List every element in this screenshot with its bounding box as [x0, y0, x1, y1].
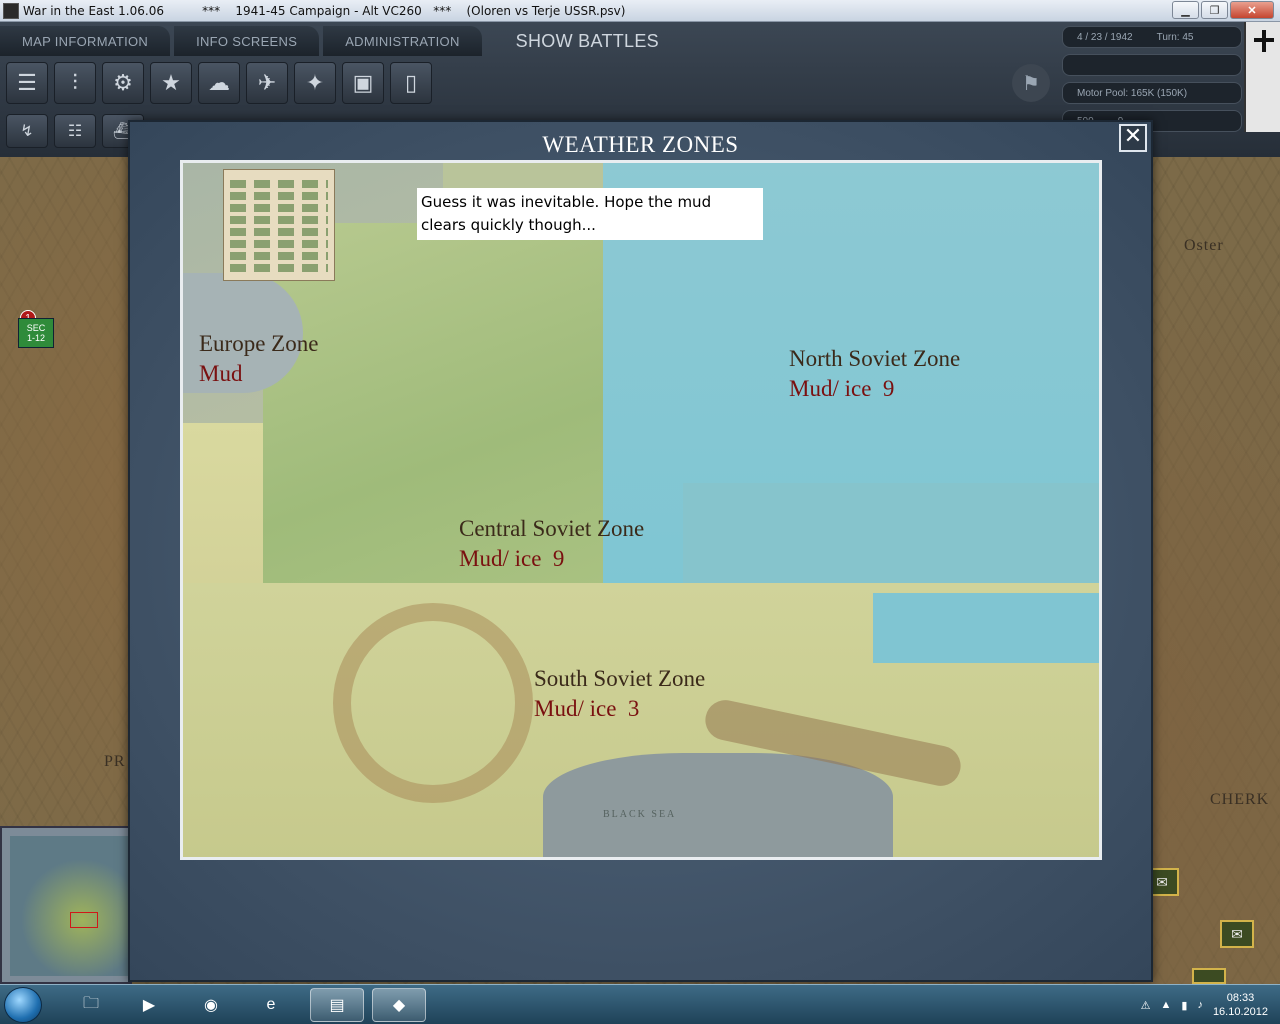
system-tray: ⚠ ▲ ▮ ♪ 08:33 16.10.2012 — [1141, 985, 1280, 1024]
central-soviet-zone-label: Central Soviet Zone Mud/ ice 9 — [459, 514, 644, 574]
sticky-notes-icon[interactable]: ▤ — [310, 988, 364, 1022]
show-hidden-icons[interactable]: ▲ — [1160, 999, 1171, 1011]
game-date: 4 / 23 / 1942 — [1077, 31, 1133, 43]
app-icon — [3, 2, 19, 19]
motor-pool-box: Motor Pool: 165K (150K) — [1062, 82, 1242, 104]
minimap[interactable] — [0, 826, 132, 984]
unit-list-icon[interactable]: ☰ — [6, 62, 48, 104]
tab-map-information[interactable]: MAP INFORMATION — [0, 26, 171, 56]
zone-condition: Mud/ ice 9 — [789, 376, 895, 401]
map-key — [223, 169, 335, 281]
zone-condition: Mud — [199, 361, 243, 386]
map-unit-counter[interactable]: SEC 1-12 — [18, 318, 54, 348]
hp-icon[interactable]: ◉ — [184, 988, 238, 1022]
zone-name: Europe Zone — [199, 331, 319, 356]
clock[interactable]: 08:33 16.10.2012 — [1213, 991, 1268, 1019]
minimap-view — [10, 836, 130, 976]
maximize-button[interactable]: ❐ — [1201, 1, 1228, 19]
map-label-cherk: CHERK — [1210, 791, 1270, 808]
minimap-viewport-box — [70, 912, 98, 928]
path-icon[interactable]: ↯ — [6, 114, 48, 148]
message-icon[interactable]: ✉ — [1220, 920, 1254, 948]
phone-icon[interactable]: ▯ — [390, 62, 432, 104]
iron-cross-icon — [1254, 30, 1274, 52]
window-title: War in the East 1.06.06 *** 1941-45 Camp… — [23, 3, 626, 18]
explorer-icon[interactable]: 🗀 — [64, 988, 118, 1022]
sliders-icon[interactable]: ⫶ — [54, 62, 96, 104]
airplanes-icon[interactable]: ✈ — [246, 62, 288, 104]
unit-type: SEC — [26, 323, 46, 333]
zone-name: North Soviet Zone — [789, 346, 961, 371]
clock-date: 16.10.2012 — [1212, 1006, 1268, 1018]
war-in-the-east-taskbar-icon[interactable]: ◆ — [372, 988, 426, 1022]
dialog-title: WEATHER ZONES — [542, 132, 739, 157]
minimize-button[interactable]: ▁ — [1172, 1, 1199, 19]
clock-time: 08:33 — [1226, 992, 1255, 1004]
satellite-icon[interactable]: ✦ — [294, 62, 336, 104]
message-icon[interactable] — [1192, 968, 1226, 984]
windows-taskbar: 🗀 ▶ ◉ e ▤ ◆ ⚠ ▲ ▮ ♪ 08:33 16.10.2012 — [0, 984, 1280, 1024]
nation-flag — [1244, 22, 1280, 132]
map-label-oster: Oster — [1184, 237, 1224, 254]
south-soviet-zone-label: South Soviet Zone Mud/ ice 3 — [534, 664, 705, 724]
turn-counter: Turn: 45 — [1156, 31, 1194, 43]
europe-zone-label: Europe Zone Mud — [199, 329, 318, 389]
zone-name: Central Soviet Zone — [459, 516, 645, 541]
carpathian-mountains — [333, 603, 533, 803]
empty-info-box — [1062, 54, 1242, 76]
sea-label: BLACK SEA — [603, 809, 677, 820]
map-label-pr: PR — [104, 753, 126, 770]
date-turn-box: 4 / 23 / 1942 Turn: 45 — [1062, 26, 1242, 48]
rail-icon[interactable]: ☷ — [54, 114, 96, 148]
action-center-icon[interactable]: ⚠ — [1141, 999, 1151, 1012]
volume-icon[interactable]: ♪ — [1197, 999, 1203, 1011]
show-battles-button[interactable]: SHOW BATTLES — [486, 26, 681, 56]
star-icon[interactable]: ★ — [150, 62, 192, 104]
north-zone-step — [873, 593, 1099, 663]
zone-condition: Mud/ ice 3 — [534, 696, 640, 721]
internet-explorer-icon[interactable]: e — [244, 988, 298, 1022]
tab-administration[interactable]: ADMINISTRATION — [323, 26, 482, 56]
weather-zones-dialog: WEATHER ZONES ✕ BLACK SEA Guess it was i… — [128, 120, 1153, 982]
weather-zone-map: BLACK SEA Guess it was inevitable. Hope … — [180, 160, 1102, 860]
network-icon[interactable]: ▮ — [1181, 999, 1187, 1012]
window-titlebar: War in the East 1.06.06 *** 1941-45 Camp… — [0, 0, 1280, 22]
zone-name: South Soviet Zone — [534, 666, 706, 691]
flag-icon[interactable]: ⚑ — [1012, 64, 1050, 102]
media-player-icon[interactable]: ▶ — [122, 988, 176, 1022]
weather-icon[interactable]: ☁ — [198, 62, 240, 104]
close-window-button[interactable]: ✕ — [1230, 1, 1274, 19]
gear-icon[interactable]: ⚙ — [102, 62, 144, 104]
caption-box: Guess it was inevitable. Hope the mud cl… — [417, 188, 763, 240]
unit-strength: 1-12 — [26, 333, 45, 343]
start-button[interactable] — [4, 987, 42, 1023]
close-dialog-button[interactable]: ✕ — [1119, 124, 1147, 152]
north-soviet-zone-label: North Soviet Zone Mud/ ice 9 — [789, 344, 960, 404]
zone-condition: Mud/ ice 9 — [459, 546, 565, 571]
tab-info-screens[interactable]: INFO SCREENS — [174, 26, 320, 56]
motor-pool: Motor Pool: 165K (150K) — [1077, 87, 1188, 99]
black-sea — [543, 753, 893, 857]
train-icon[interactable]: ▣ — [342, 62, 384, 104]
